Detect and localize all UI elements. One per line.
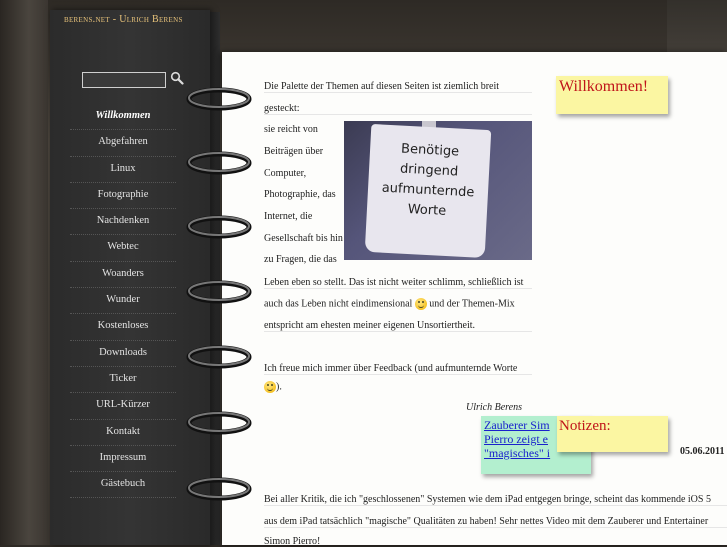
nav-item-ticker[interactable]: Ticker	[70, 367, 176, 394]
welcome-left-line: zu Fragen, die das	[264, 254, 337, 265]
welcome-left-line: Internet, die	[264, 211, 313, 222]
binder-ring-icon	[186, 215, 252, 239]
welcome-full-line-3: entspricht am ehesten meiner eigenen Uns…	[264, 320, 532, 332]
binder-ring-icon	[186, 477, 252, 501]
nav-item-abgefahren[interactable]: Abgefahren	[70, 130, 176, 157]
welcome-left-line: Computer,	[264, 168, 307, 179]
welcome-full-line-2a: auch das Leben nicht eindimensional	[264, 298, 413, 310]
binder-ring-icon	[186, 411, 252, 435]
signature: Ulrich Berens	[466, 402, 523, 413]
nav-item-webtec[interactable]: Webtec	[70, 235, 176, 262]
nav-item-linux[interactable]: Linux	[70, 157, 176, 183]
binder-ring-icon	[186, 345, 252, 369]
nav-item-url-kuerzer[interactable]: URL-Kürzer	[70, 393, 176, 420]
search-input[interactable]	[82, 72, 166, 88]
news-date: 05.06.2011	[680, 446, 725, 457]
binder-ring-icon	[186, 151, 252, 175]
news-line-1: Bei aller Kritik, die ich "geschlossenen…	[264, 494, 727, 506]
nav-item-willkommen[interactable]: Willkommen	[70, 104, 176, 131]
welcome-left-line: Photographie, das	[264, 189, 336, 200]
site-title-prefix: berens.net -	[64, 14, 120, 25]
nav-item-nachdenken[interactable]: Nachdenken	[70, 209, 176, 236]
smiley-icon	[414, 298, 427, 310]
binder-ring-icon	[186, 87, 252, 111]
background-left	[0, 0, 48, 545]
welcome-left-line: sie reicht von	[264, 124, 318, 135]
photo-sign: Benötige dringend aufmunternde Worte	[364, 123, 492, 259]
welcome-full-line-1: Leben eben so stellt. Das ist nicht weit…	[264, 277, 532, 289]
welcome-line-1: Die Palette der Themen auf diesen Seiten…	[264, 81, 532, 93]
welcome-full-line-2b: und der Themen-Mix	[429, 298, 515, 310]
magnifier-icon[interactable]	[170, 71, 184, 85]
site-title[interactable]: berens.net - Ulrich Berens	[64, 14, 183, 25]
feedback-end: ).	[276, 381, 282, 393]
news-line-3: Simon Pierro!	[264, 536, 321, 547]
notes-note: Notizen:	[557, 416, 668, 452]
nav-item-gaestebuch[interactable]: Gästebuch	[70, 472, 176, 499]
feedback-end-line: ).	[264, 381, 282, 393]
welcome-full-line-2: auch das Leben nicht eindimensional und …	[264, 298, 515, 310]
welcome-line-2: gesteckt:	[264, 103, 532, 115]
smiley-icon	[264, 381, 276, 393]
welcome-note: Willkommen!	[556, 76, 668, 114]
nav-item-kostenloses[interactable]: Kostenloses	[70, 314, 176, 341]
welcome-left-line: Gesellschaft bis hin	[264, 233, 343, 244]
news-line-2: aus dem iPad tatsächlich "magische" Qual…	[264, 516, 727, 528]
site-title-name: Ulrich Berens	[119, 14, 183, 25]
background-right	[667, 0, 727, 60]
nav-item-impressum[interactable]: Impressum	[70, 446, 176, 473]
notes-note-title: Notizen:	[559, 418, 611, 434]
nav-item-fotographie[interactable]: Fotographie	[70, 183, 176, 210]
nav-item-downloads[interactable]: Downloads	[70, 341, 176, 367]
nav-item-wunder[interactable]: Wunder	[70, 288, 176, 315]
nav-item-kontakt[interactable]: Kontakt	[70, 420, 176, 446]
welcome-left-line: Beiträgen über	[264, 146, 324, 157]
nav-item-woanders[interactable]: Woanders	[70, 262, 176, 289]
main-nav: Willkommen Abgefahren Linux Fotographie …	[70, 104, 176, 499]
binder-ring-icon	[186, 280, 252, 304]
feedback-line: Ich freue mich immer über Feedback (und …	[264, 363, 532, 375]
welcome-note-title: Willkommen!	[559, 78, 649, 95]
sign-photo: Benötige dringend aufmunternde Worte	[344, 121, 532, 260]
